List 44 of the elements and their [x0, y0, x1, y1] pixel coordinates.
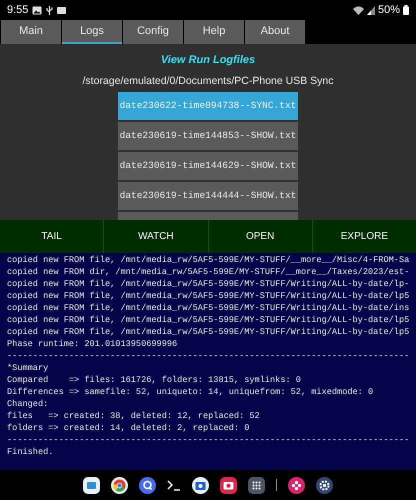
file-list-item[interactable]: date230619-time144853--SHOW.txt	[118, 122, 298, 150]
tab[interactable]: Config	[123, 20, 183, 44]
file-list-item[interactable]: date230619-time144444--SHOW.txt	[118, 182, 298, 210]
log-line: Phase runtime: 201.01013950699996	[7, 338, 178, 350]
wifi-icon	[352, 6, 364, 14]
message-icon	[57, 6, 66, 14]
log-line: copied new FROM file, /mnt/media_rw/5AF5-599E/MY-STUFF/__more__/Misc/4-FROM-Sa	[7, 254, 410, 266]
log-line: Finished.	[7, 446, 54, 458]
log-line: files => created: 38, deleted: 12, replaced: 52	[7, 410, 261, 422]
log-line: copied new FROM dir, /mnt/media_rw/5AF5-599E/MY-STUFF/__more__/Taxes/2023/est-	[7, 266, 410, 278]
log-line: copied new FROM file, /mnt/media_rw/5AF5-599E/MY-STUFF/Writing/ALL-by-date/lp5	[7, 290, 410, 302]
log-line: Differences => samefile: 52, uniqueto: 14, uniquefrom: 52, mixedmode: 0	[7, 386, 374, 398]
browser-app-icon[interactable]	[111, 476, 128, 494]
q-app-icon[interactable]	[139, 476, 156, 494]
folder-path: /storage/emulated/0/Documents/PC-Phone USB Sync	[82, 74, 334, 87]
log-line: copied new FROM file, /mnt/media_rw/5AF5-599E/MY-STUFF/Writing/ALL-by-date/lp5	[7, 314, 410, 326]
battery-icon	[403, 5, 409, 15]
log-line: copied new FROM file, /mnt/media_rw/5AF5-599E/MY-STUFF/Writing/ALL-by-date/ins	[7, 302, 410, 314]
log-line: copied new FROM file, /mnt/media_rw/5AF5-599E/MY-STUFF/Writing/ALL-by-date/lp5	[7, 326, 410, 338]
status-time: 9:55	[7, 2, 28, 18]
log-line: copied new FROM file, /mnt/media_rw/5AF5-599E/MY-STUFF/Writing/ALL-by-date/lp-	[7, 278, 410, 290]
tab[interactable]: Logs	[62, 20, 122, 44]
mail-app-icon[interactable]	[192, 476, 209, 494]
log-line: *Summary	[7, 362, 50, 374]
flower-app-icon[interactable]	[288, 476, 305, 494]
settings-icon[interactable]	[316, 476, 333, 494]
log-line: folders => created: 14, deleted: 2, replaced: 0	[7, 422, 250, 434]
folder-app-icon[interactable]	[83, 476, 100, 494]
camera-app-icon[interactable]	[220, 476, 237, 494]
usb-icon	[46, 6, 54, 14]
app-grid-icon[interactable]	[248, 476, 265, 494]
battery-percent: 50%	[378, 2, 400, 18]
log-line: ------------------------------------------------------------------------------	[7, 434, 410, 446]
section-heading: View Run Logfiles	[160, 53, 256, 65]
tab[interactable]: Help	[184, 20, 244, 44]
signal-icon	[366, 6, 375, 14]
tab[interactable]: About	[245, 20, 305, 44]
log-line: Compared => files: 161726, folders: 13815, symlinks: 0	[7, 374, 302, 386]
file-list-item[interactable]: date230619-time144629--SHOW.txt	[118, 152, 298, 180]
image-icon	[32, 6, 42, 14]
tab[interactable]: Main	[1, 20, 61, 44]
log-line: ------------------------------------------------------------------------------	[7, 350, 410, 362]
terminal-icon[interactable]	[167, 479, 181, 491]
log-line: Changed:	[7, 398, 50, 410]
